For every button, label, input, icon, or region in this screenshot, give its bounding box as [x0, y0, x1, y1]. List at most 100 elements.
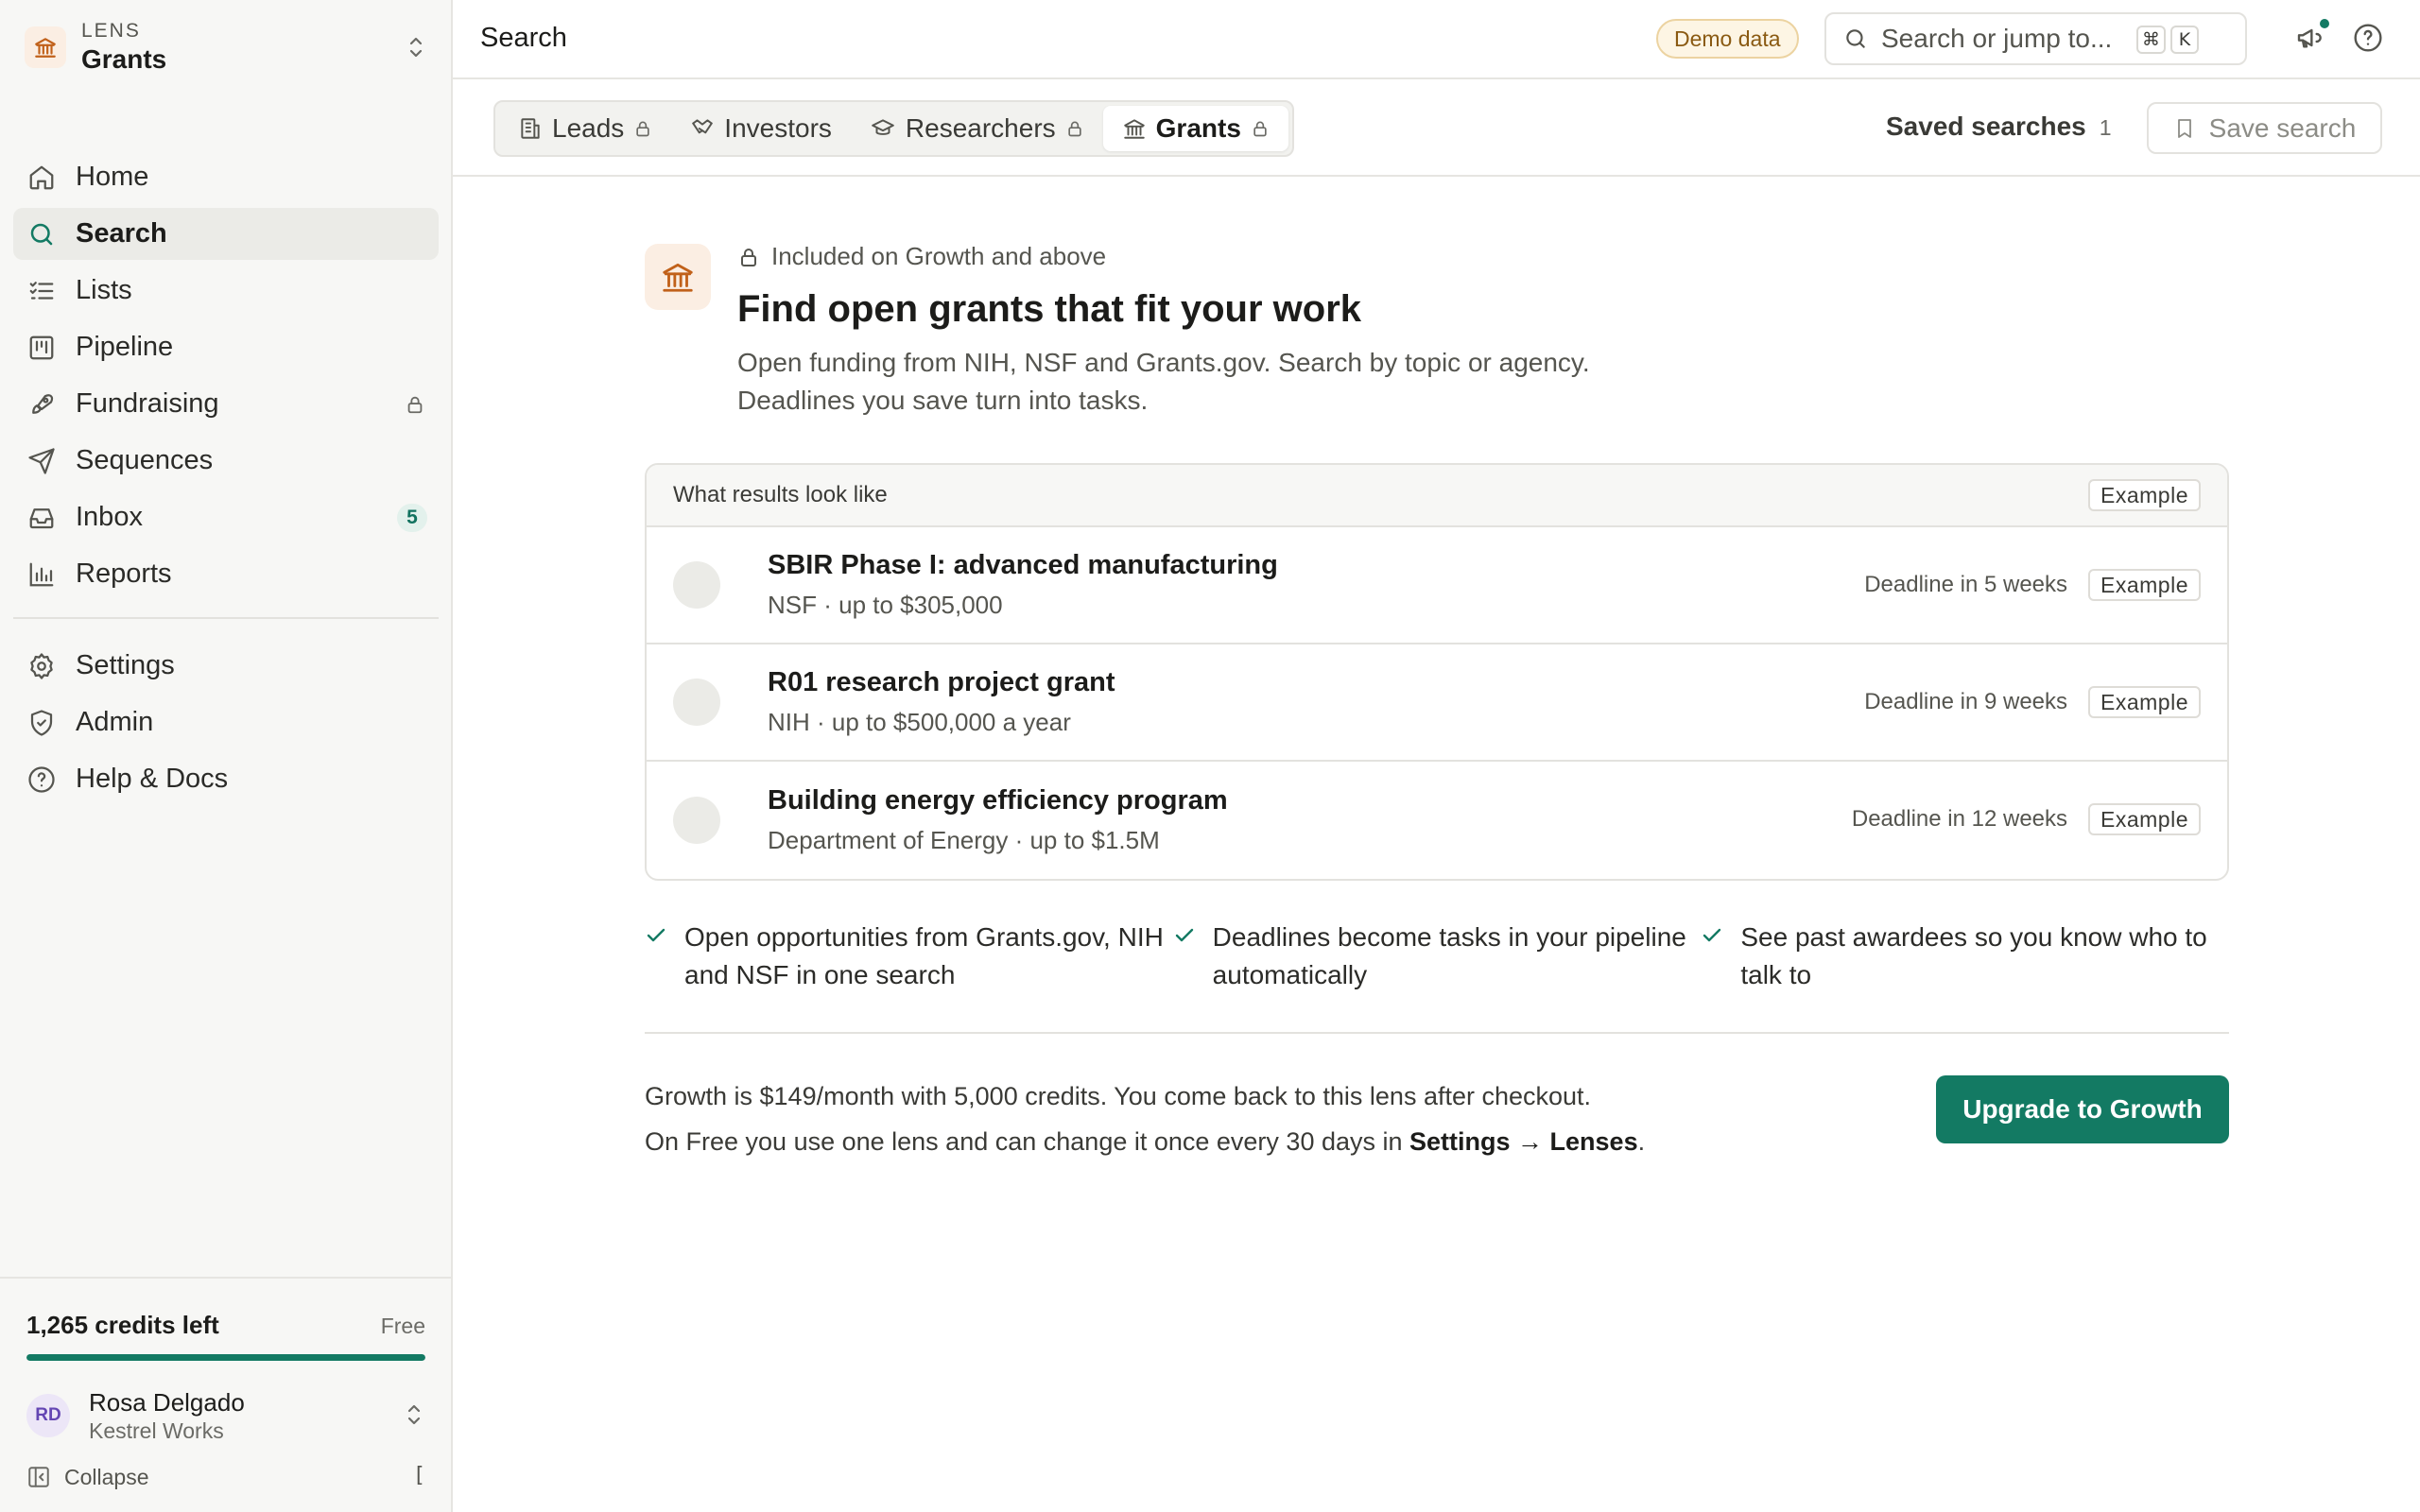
sidebar-item-home[interactable]: Home: [13, 151, 439, 203]
sidebar-item-search[interactable]: Search: [13, 208, 439, 260]
sidebar-item-reports[interactable]: Reports: [13, 548, 439, 600]
top-bar: Search Demo data ⌘ K: [453, 0, 2420, 79]
sidebar-nav: Home Search Lists Pipeline Fundraising S…: [13, 151, 439, 810]
sidebar-item-pipeline[interactable]: Pipeline: [13, 321, 439, 373]
sidebar-item-label: Sequences: [76, 445, 214, 475]
sidebar-item-sequences[interactable]: Sequences: [13, 435, 439, 487]
tab-label: Researchers: [905, 113, 1056, 143]
sidebar-item-label: Fundraising: [76, 388, 219, 419]
feature-text: Open opportunities from Grants.gov, NIH …: [684, 922, 1164, 989]
search-icon: [1843, 26, 1868, 51]
lock-icon: [1065, 118, 1084, 139]
lock-icon: [633, 118, 652, 139]
check-icon: [1701, 924, 1723, 994]
saved-searches-label: Saved searches: [1886, 112, 2086, 141]
shortcut-key-k: K: [2170, 26, 2199, 54]
example-tag: Example: [2088, 569, 2201, 601]
help-button[interactable]: [2353, 23, 2383, 53]
hero-description: Open funding from NIH, NSF and Grants.go…: [737, 344, 1590, 420]
chevron-up-down-icon: [403, 1401, 425, 1428]
sidebar-item-fundraising[interactable]: Fundraising: [13, 378, 439, 430]
chevron-up-down-icon: [405, 34, 427, 60]
handshake-icon: [690, 116, 715, 141]
result-deadline: Deadline in 9 weeks: [1864, 689, 2068, 714]
settings-lenses-link[interactable]: Settings → Lenses: [1409, 1127, 1638, 1156]
result-row: SBIR Phase I: advanced manufacturing NSF…: [647, 527, 2227, 644]
save-search-button[interactable]: Save search: [2147, 102, 2382, 154]
inbox-count-badge: 5: [397, 504, 427, 532]
feature-item: See past awardees so you know who to tal…: [1701, 919, 2229, 994]
tab-investors[interactable]: Investors: [671, 106, 851, 151]
example-tag: Example: [2088, 803, 2201, 835]
tab-researchers[interactable]: Researchers: [851, 106, 1103, 151]
check-icon: [1173, 924, 1196, 994]
gear-icon: [26, 651, 57, 681]
feature-text: See past awardees so you know who to tal…: [1740, 922, 2207, 989]
pricing-line: On Free you use one lens and can change …: [645, 1119, 1779, 1164]
example-card-title: What results look like: [673, 482, 888, 507]
saved-searches-count: 1: [2099, 115, 2112, 140]
shield-icon: [26, 708, 57, 738]
page-title: Search: [480, 23, 567, 53]
result-deadline: Deadline in 12 weeks: [1851, 806, 2068, 832]
sidebar-item-label: Reports: [76, 558, 172, 589]
result-placeholder-avatar: [673, 561, 720, 609]
lens-caption: LENS: [81, 20, 141, 42]
example-card-header: What results look like Example: [647, 465, 2227, 527]
tab-grants[interactable]: Grants: [1102, 106, 1288, 151]
landmark-icon: [1122, 116, 1147, 141]
result-title: SBIR Phase I: advanced manufacturing: [768, 550, 1278, 580]
result-deadline: Deadline in 5 weeks: [1864, 572, 2068, 597]
bookmark-icon: [2173, 116, 2196, 141]
pricing-line: Growth is $149/month with 5,000 credits.…: [645, 1082, 1592, 1110]
collapse-label: Collapse: [64, 1464, 149, 1489]
lens-name: Grants: [81, 44, 167, 74]
tab-leads[interactable]: Leads: [499, 106, 671, 151]
credits-progress-fill: [26, 1354, 425, 1361]
global-search[interactable]: ⌘ K: [1824, 12, 2247, 65]
demo-data-badge: Demo data: [1656, 19, 1799, 59]
sidebar-collapse-icon: [26, 1465, 51, 1489]
feature-item: Open opportunities from Grants.gov, NIH …: [645, 919, 1173, 994]
section-divider: [645, 1032, 2229, 1034]
example-tag: Example: [2088, 686, 2201, 718]
bar-chart-icon: [26, 559, 57, 590]
saved-searches-button[interactable]: Saved searches 1: [1886, 112, 2112, 142]
user-menu[interactable]: RD Rosa Delgado Kestrel Works: [26, 1383, 425, 1449]
check-icon: [645, 924, 667, 994]
search-input[interactable]: [1881, 24, 2127, 54]
save-search-label: Save search: [2208, 112, 2357, 143]
shortcut-key-cmd: ⌘: [2136, 26, 2166, 54]
tab-label: Investors: [724, 113, 832, 143]
lock-icon: [1251, 118, 1270, 139]
lens-tab-bar: Leads Investors Researchers Grants Saved…: [453, 79, 2420, 177]
sidebar-item-label: Settings: [76, 650, 175, 680]
hero-title: Find open grants that fit your work: [737, 288, 1361, 330]
sidebar-item-label: Admin: [76, 707, 154, 737]
sidebar-item-settings[interactable]: Settings: [13, 640, 439, 692]
plan-requirement-note: Included on Growth and above: [737, 242, 1590, 271]
sidebar-item-lists[interactable]: Lists: [13, 265, 439, 317]
list-icon: [26, 276, 57, 306]
hero: Included on Growth and above Find open g…: [645, 242, 2229, 431]
upgrade-button[interactable]: Upgrade to Growth: [1936, 1075, 2229, 1143]
credits-row: 1,265 credits left Free: [26, 1311, 425, 1340]
sidebar-item-label: Lists: [76, 275, 132, 305]
sidebar-item-inbox[interactable]: Inbox 5: [13, 491, 439, 543]
collapse-shortcut: [: [412, 1464, 425, 1487]
example-tag: Example: [2088, 479, 2201, 511]
announcements-button[interactable]: [2295, 19, 2329, 53]
help-circle-icon: [2353, 23, 2383, 53]
collapse-sidebar-button[interactable]: Collapse [: [26, 1460, 425, 1494]
notification-dot: [2320, 19, 2329, 28]
pricing-note: Growth is $149/month with 5,000 credits.…: [645, 1074, 1779, 1164]
help-circle-icon: [26, 765, 57, 795]
lens-switcher[interactable]: LENS Grants: [25, 13, 431, 81]
grants-upsell-panel: Included on Growth and above Find open g…: [645, 242, 2229, 1156]
avatar: RD: [26, 1394, 70, 1437]
sidebar-footer: 1,265 credits left Free RD Rosa Delgado …: [0, 1277, 451, 1512]
feature-list: Open opportunities from Grants.gov, NIH …: [645, 919, 2229, 994]
sidebar-item-admin[interactable]: Admin: [13, 696, 439, 748]
plan-name: Free: [380, 1314, 425, 1338]
sidebar-item-help[interactable]: Help & Docs: [13, 753, 439, 805]
